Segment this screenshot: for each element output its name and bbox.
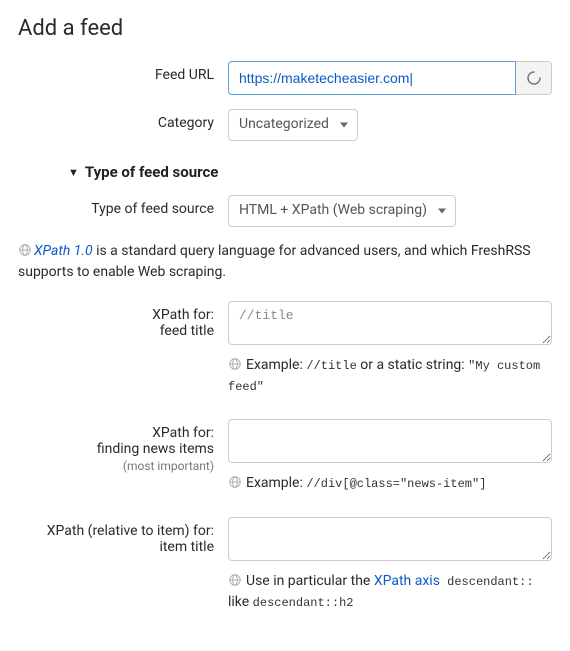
xpath-items-hint: Example: //div[@class="news-item"] <box>228 473 552 494</box>
globe-icon <box>228 357 242 371</box>
xpath-feed-title-label: XPath for: feed title <box>18 301 228 339</box>
xpath-item-title-hint: Use in particular the XPath axis descend… <box>228 571 552 613</box>
fetch-feed-button[interactable] <box>516 61 552 95</box>
globe-icon <box>18 243 32 257</box>
feed-source-type-select[interactable]: HTML + XPath (Web scraping) <box>228 195 456 227</box>
globe-icon <box>228 475 242 489</box>
xpath-item-title-label: XPath (relative to item) for: item title <box>18 517 228 555</box>
feed-source-type-label: Type of feed source <box>18 195 228 217</box>
loading-icon <box>526 70 542 86</box>
feed-url-input[interactable] <box>228 61 516 95</box>
xpath-feed-title-input[interactable]: //title <box>228 301 552 345</box>
xpath-items-label: XPath for: finding news items (most impo… <box>18 419 228 473</box>
section-header-title: Type of feed source <box>85 163 219 181</box>
xpath-item-title-input[interactable] <box>228 517 552 561</box>
xpath-doc-link[interactable]: XPath 1.0 <box>34 243 93 259</box>
feed-url-label: Feed URL <box>18 61 228 83</box>
category-label: Category <box>18 109 228 131</box>
chevron-down-icon: ▼ <box>68 166 79 179</box>
xpath-items-input[interactable] <box>228 419 552 463</box>
xpath-help-text: XPath 1.0 is a standard query language f… <box>18 241 552 283</box>
xpath-feed-title-hint: Example: //title or a static string: "My… <box>228 355 552 397</box>
category-select[interactable]: Uncategorized <box>228 109 358 141</box>
xpath-axis-link[interactable]: XPath axis <box>374 573 440 589</box>
type-of-feed-source-toggle[interactable]: ▼ Type of feed source <box>68 163 552 181</box>
globe-icon <box>228 573 242 587</box>
page-title: Add a feed <box>18 16 552 41</box>
